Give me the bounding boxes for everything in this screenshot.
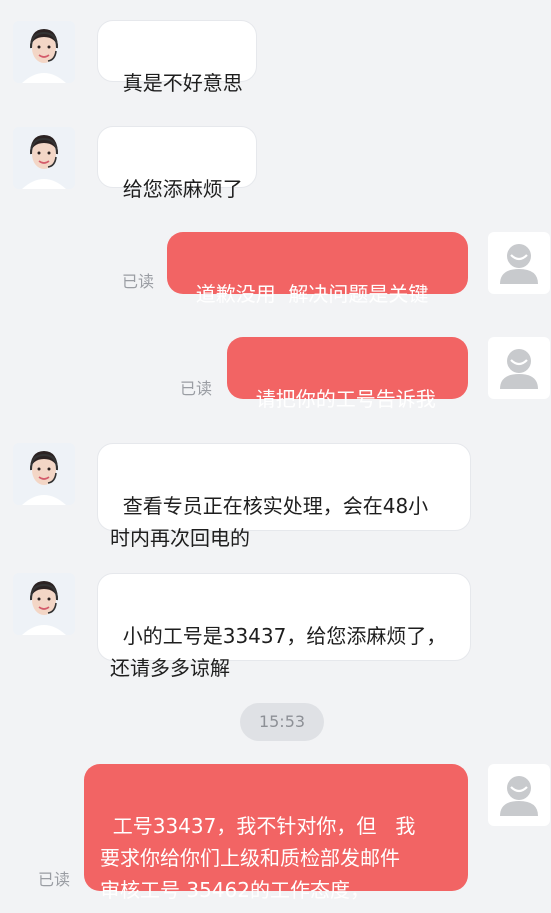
incoming-message-bubble[interactable]: 给您添麻烦了 — [97, 126, 257, 201]
timestamp-badge: 15:53 — [240, 703, 324, 741]
message-text: 道歉没用 解决问题是关键 — [195, 282, 429, 306]
outgoing-message-bubble[interactable]: 工号33437，我不针对你，但 我 要求你给你们上级和质检部发邮件 审核工号 3… — [84, 764, 468, 902]
agent-headset-avatar-icon — [13, 573, 75, 635]
message-text: 工号33437，我不针对你，但 我 要求你给你们上级和质检部发邮件 审核工号 3… — [100, 814, 416, 902]
read-status: 已读 — [122, 272, 155, 291]
read-status: 已读 — [38, 870, 71, 889]
message-text: 真是不好意思 — [122, 71, 243, 95]
agent-avatar[interactable] — [13, 573, 75, 635]
incoming-message-bubble[interactable]: 小的工号是33437，给您添麻烦了， 还请多多谅解 — [97, 573, 471, 680]
user-avatar[interactable] — [488, 764, 550, 826]
user-avatar[interactable] — [488, 337, 550, 399]
read-status: 已读 — [180, 379, 213, 398]
agent-headset-avatar-icon — [13, 443, 75, 505]
outgoing-message-bubble[interactable]: 道歉没用 解决问题是关键 — [167, 232, 468, 306]
message-text: 查看专员正在核实处理，会在48小 时内再次回电的 — [110, 494, 429, 550]
outgoing-message-bubble[interactable]: 请把你的工号告诉我 — [227, 337, 468, 411]
agent-avatar[interactable] — [13, 443, 75, 505]
agent-headset-avatar-icon — [13, 127, 75, 189]
incoming-message-bubble[interactable]: 查看专员正在核实处理，会在48小 时内再次回电的 — [97, 443, 471, 550]
message-text: 给您添麻烦了 — [122, 177, 243, 201]
timestamp-text: 15:53 — [258, 712, 306, 731]
incoming-message-bubble[interactable]: 真是不好意思 — [97, 20, 257, 95]
agent-avatar[interactable] — [13, 127, 75, 189]
user-silhouette-icon — [500, 244, 538, 284]
agent-avatar[interactable] — [13, 21, 75, 83]
user-avatar[interactable] — [488, 232, 550, 294]
message-text: 请把你的工号告诉我 — [255, 387, 436, 411]
message-text: 小的工号是33437，给您添麻烦了， 还请多多谅解 — [110, 624, 447, 680]
user-silhouette-icon — [500, 776, 538, 816]
agent-headset-avatar-icon — [13, 21, 75, 83]
user-silhouette-icon — [500, 349, 538, 389]
